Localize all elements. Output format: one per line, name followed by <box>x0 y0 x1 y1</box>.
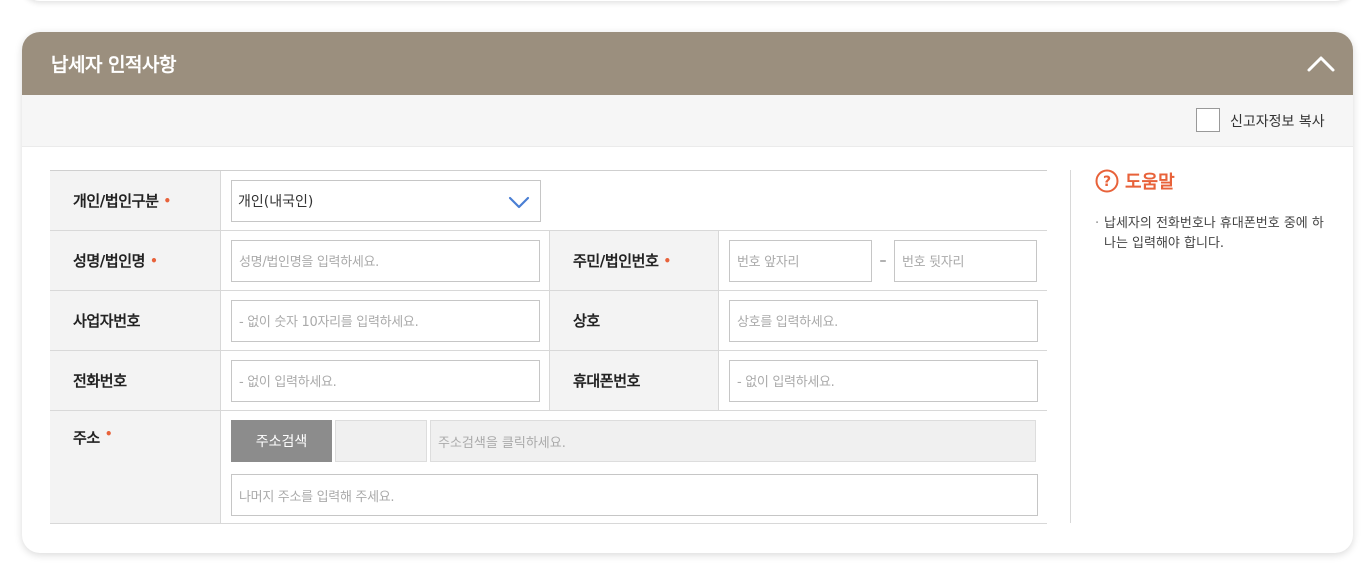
form-row-phone: 전화번호 - 없이 입력하세요. 휴대폰번호 - 없이 입력하세요. <box>50 351 1047 411</box>
mobile-label: 휴대폰번호 <box>549 351 718 410</box>
idnum-cell: 번호 앞자리 – 번호 뒷자리 <box>718 231 1047 290</box>
address-cell: 주소검색 주소검색을 클릭하세요. 나머지 주소를 입력해 주세요. <box>220 411 1047 523</box>
name-cell: 성명/법인명을 입력하세요. <box>220 231 549 290</box>
svg-text:?: ? <box>1103 174 1111 190</box>
mobile-input[interactable]: - 없이 입력하세요. <box>729 359 1038 402</box>
question-circle-icon: ? <box>1095 169 1119 193</box>
help-text: 납세자의 전화번호나 휴대폰번호 중에 하나는 입력해야 합니다. <box>1095 214 1325 254</box>
idnum-front-input[interactable]: 번호 앞자리 <box>729 239 872 282</box>
type-label-text: 개인/법인구분 <box>73 192 159 210</box>
company-label-text: 상호 <box>573 312 600 330</box>
chevron-down-icon <box>508 196 530 208</box>
bizno-label: 사업자번호 <box>50 291 220 350</box>
bizno-input[interactable]: - 없이 숫자 10자리를 입력하세요. <box>231 299 540 342</box>
required-mark: • <box>150 253 158 268</box>
chevron-up-icon <box>1307 56 1335 72</box>
section-title: 납세자 인적사항 <box>51 54 176 76</box>
taxpayer-info-card: 납세자 인적사항 신고자정보 복사 개인/법인구분 • 개인(내국인) 성명/법… <box>22 32 1353 553</box>
mobile-label-text: 휴대폰번호 <box>573 372 641 390</box>
type-label: 개인/법인구분 • <box>50 171 220 230</box>
idnum-separator: – <box>879 252 887 269</box>
help-title: ? 도움말 <box>1095 168 1175 194</box>
bizno-cell: - 없이 숫자 10자리를 입력하세요. <box>220 291 549 350</box>
copy-reporter-info-label[interactable]: 신고자정보 복사 <box>1230 111 1325 131</box>
zipcode-field <box>335 420 427 462</box>
company-label: 상호 <box>549 291 718 350</box>
address-search-button[interactable]: 주소검색 <box>231 420 332 462</box>
address-detail-input[interactable]: 나머지 주소를 입력해 주세요. <box>231 474 1038 516</box>
idnum-label-text: 주민/법인번호 <box>573 252 659 270</box>
phone-label: 전화번호 <box>50 351 220 410</box>
name-input[interactable]: 성명/법인명을 입력하세요. <box>231 239 540 282</box>
form-row-address: 주소 • 주소검색 주소검색을 클릭하세요. 나머지 주소를 입력해 주세요. <box>50 411 1047 524</box>
required-mark: • <box>663 253 671 268</box>
address-label: 주소 • <box>50 411 220 523</box>
address-main-field: 주소검색을 클릭하세요. <box>430 420 1036 462</box>
address-label-text: 주소 <box>73 429 100 447</box>
address-search-line: 주소검색 주소검색을 클릭하세요. <box>231 420 1038 462</box>
form-row-name: 성명/법인명 • 성명/법인명을 입력하세요. 주민/법인번호 • 번호 앞자리… <box>50 231 1047 291</box>
phone-label-text: 전화번호 <box>73 372 127 390</box>
form-row-bizno: 사업자번호 - 없이 숫자 10자리를 입력하세요. 상호 상호를 입력하세요. <box>50 291 1047 351</box>
name-label-text: 성명/법인명 <box>73 252 146 270</box>
idnum-back-input[interactable]: 번호 뒷자리 <box>894 239 1037 282</box>
form-row-type: 개인/법인구분 • 개인(내국인) <box>50 171 1047 231</box>
phone-cell: - 없이 입력하세요. <box>220 351 549 410</box>
company-cell: 상호를 입력하세요. <box>718 291 1047 350</box>
required-mark: • <box>104 427 113 441</box>
help-panel: ? 도움말 납세자의 전화번호나 휴대폰번호 중에 하나는 입력해야 합니다. <box>1070 168 1330 523</box>
type-cell: 개인(내국인) <box>220 171 1047 230</box>
name-label: 성명/법인명 • <box>50 231 220 290</box>
address-fields: 주소검색 주소검색을 클릭하세요. 나머지 주소를 입력해 주세요. <box>221 411 1038 516</box>
help-title-text: 도움말 <box>1125 172 1175 193</box>
type-select[interactable]: 개인(내국인) <box>231 179 541 222</box>
mobile-cell: - 없이 입력하세요. <box>718 351 1047 410</box>
company-input[interactable]: 상호를 입력하세요. <box>729 299 1038 342</box>
section-header: 납세자 인적사항 <box>22 32 1353 95</box>
copy-bar: 신고자정보 복사 <box>22 95 1353 147</box>
idnum-label: 주민/법인번호 • <box>549 231 718 290</box>
required-mark: • <box>163 193 171 208</box>
taxpayer-form: 개인/법인구분 • 개인(내국인) 성명/법인명 • 성명/법인명을 입력하세요… <box>50 170 1047 524</box>
phone-input[interactable]: - 없이 입력하세요. <box>231 359 540 402</box>
copy-reporter-info-checkbox[interactable] <box>1196 108 1220 132</box>
previous-section-card <box>22 0 1353 1</box>
collapse-button[interactable] <box>1301 46 1341 82</box>
bizno-label-text: 사업자번호 <box>73 312 141 330</box>
type-select-value: 개인(내국인) <box>238 193 314 210</box>
